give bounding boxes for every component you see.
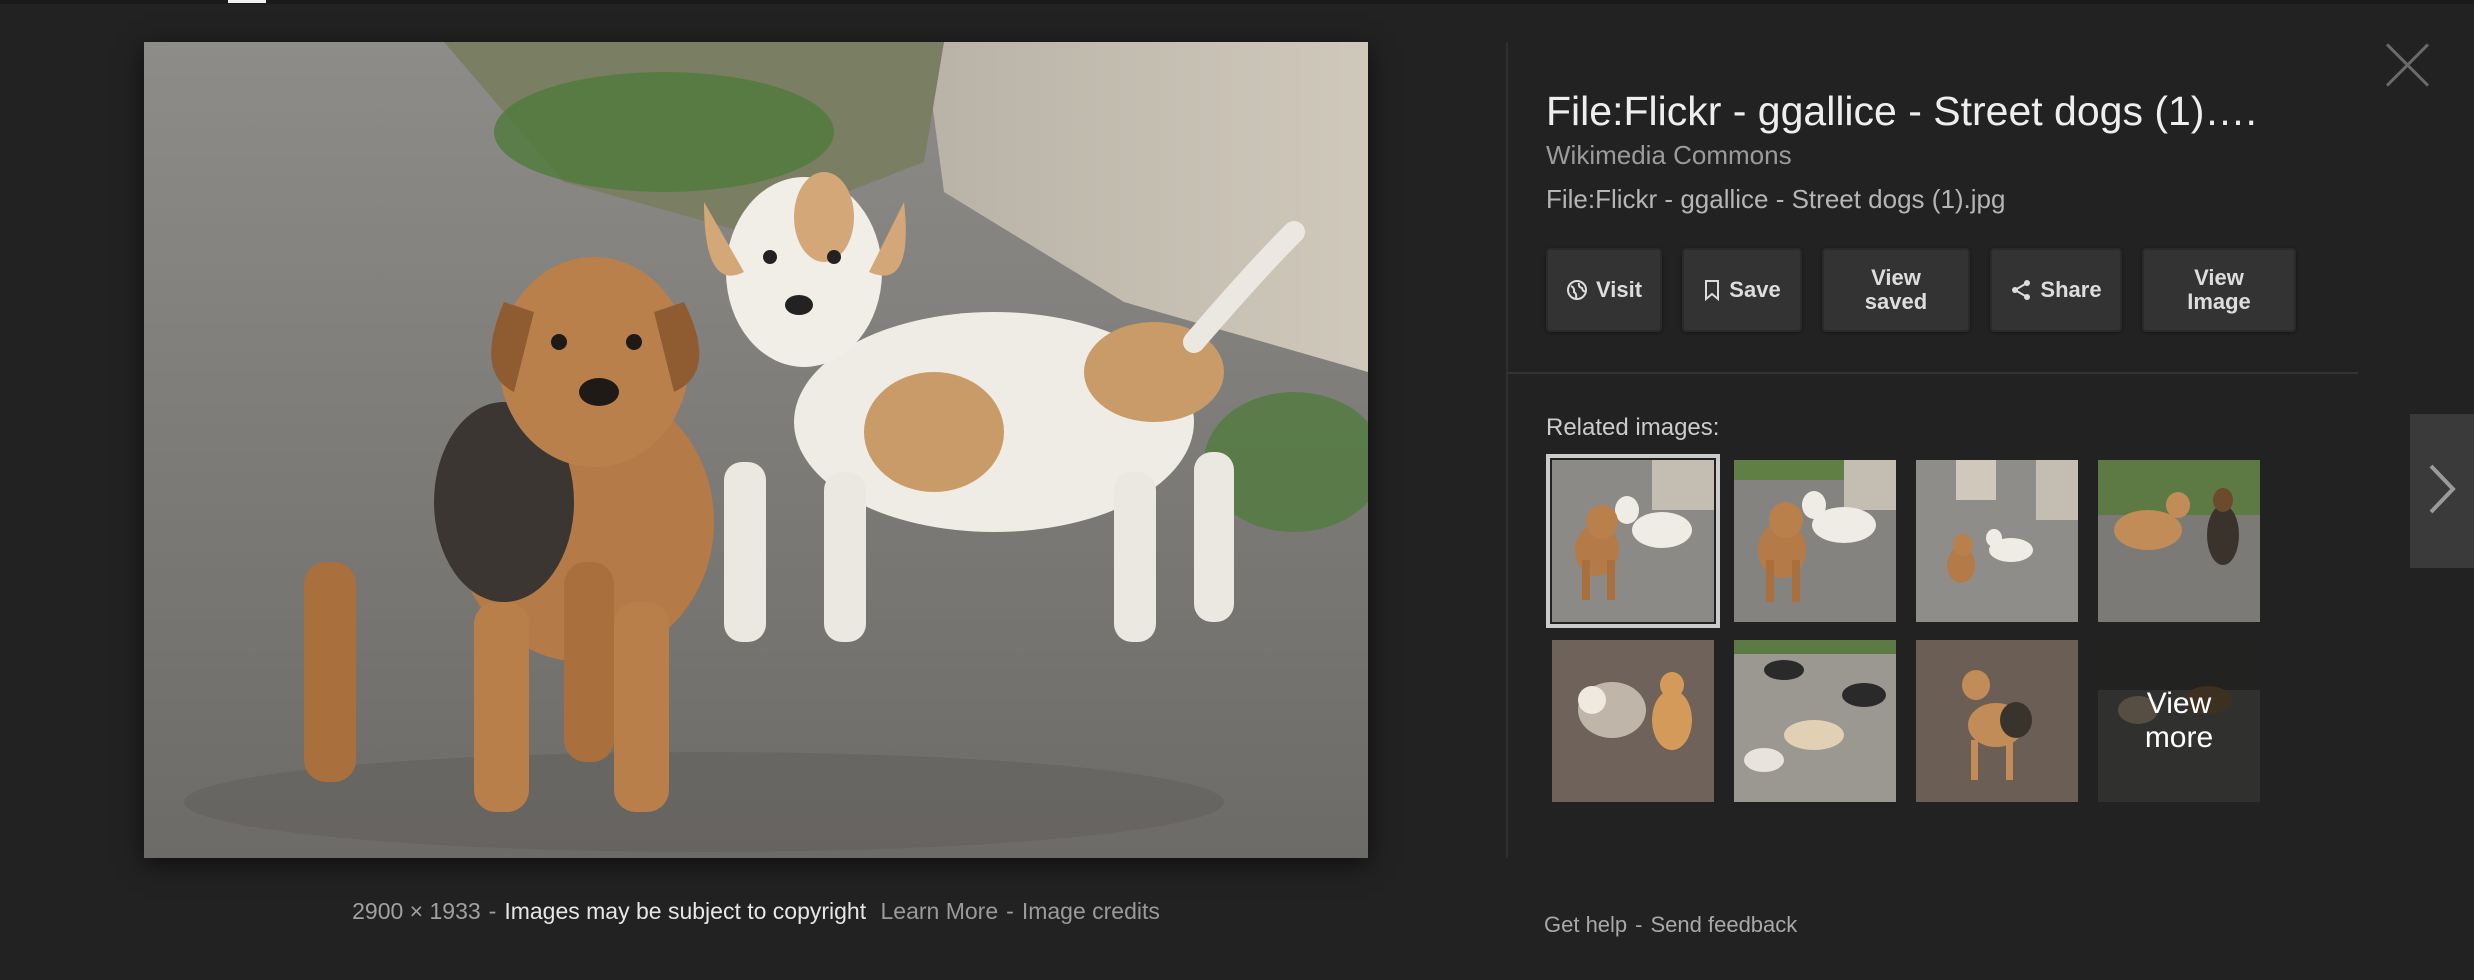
save-button[interactable]: Save <box>1682 248 1802 332</box>
related-thumbnail[interactable] <box>1546 454 1720 628</box>
related-photo <box>1734 460 1896 622</box>
related-thumbnail[interactable] <box>2098 460 2260 622</box>
street-dogs-photo <box>144 42 1368 858</box>
visit-button[interactable]: Visit <box>1546 248 1662 332</box>
image-source[interactable]: Wikimedia Commons <box>1546 140 1792 171</box>
save-label: Save <box>1729 277 1781 302</box>
caption-separator-2: - <box>1006 898 1014 924</box>
view-image-label-line1: View <box>2194 265 2244 290</box>
footer-separator: - <box>1635 912 1643 937</box>
view-saved-button[interactable]: View saved <box>1822 248 1970 332</box>
send-feedback-link[interactable]: Send feedback <box>1651 912 1798 937</box>
view-saved-label-line2: saved <box>1864 289 1928 314</box>
share-label: Share <box>2040 277 2102 302</box>
copyright-notice: Images may be subject to copyright <box>504 898 867 924</box>
image-dimensions: 2900 × 1933 <box>352 898 481 924</box>
view-more-line2: more <box>2144 721 2214 754</box>
get-help-link[interactable]: Get help <box>1544 912 1627 937</box>
caption-separator: - <box>488 898 497 924</box>
related-thumbnail[interactable] <box>1734 640 1896 802</box>
image-credits-link[interactable]: Image credits <box>1022 898 1160 924</box>
learn-more-link[interactable]: Learn More <box>881 898 999 924</box>
view-image-label-line2: Image <box>2187 289 2251 314</box>
visit-label: Visit <box>1595 277 1643 302</box>
main-preview-image[interactable] <box>144 42 1368 858</box>
footer-links: Get help - Send feedback <box>1544 912 1797 938</box>
view-more-tile[interactable]: View more <box>2098 640 2260 802</box>
related-thumbnail[interactable] <box>1734 460 1896 622</box>
related-photo <box>1916 640 2078 802</box>
related-thumbnail[interactable] <box>1916 460 2078 622</box>
image-filename: File:Flickr - ggallice - Street dogs (1)… <box>1546 184 2006 214</box>
share-icon <box>2010 279 2032 301</box>
related-photo <box>1916 460 2078 622</box>
close-icon[interactable] <box>2384 42 2430 88</box>
related-photo <box>1734 640 1896 802</box>
related-images-label: Related images: <box>1546 414 1720 441</box>
image-caption: 2900 × 1933- Images may be subject to cop… <box>144 898 1368 925</box>
top-strip <box>0 0 2474 4</box>
related-thumbnail[interactable] <box>1916 640 2078 802</box>
share-button[interactable]: Share <box>1990 248 2122 332</box>
next-image-button[interactable] <box>2410 414 2474 568</box>
panel-divider-horizontal <box>1506 372 2358 374</box>
view-image-button[interactable]: View Image <box>2142 248 2296 332</box>
view-saved-label-line1: View <box>1871 265 1921 290</box>
related-photo <box>1552 640 1714 802</box>
view-more-overlay: View more <box>2098 640 2260 802</box>
view-more-line1: View <box>2146 687 2212 720</box>
active-tab-indicator <box>228 0 266 3</box>
chevron-right-icon <box>2427 462 2457 521</box>
related-photo <box>1552 460 1714 622</box>
related-photo <box>2098 460 2260 622</box>
globe-icon <box>1566 279 1588 301</box>
bookmark-icon <box>1703 279 1721 301</box>
image-title[interactable]: File:Flickr - ggallice - Street dogs (1)… <box>1546 88 2326 135</box>
related-thumbnail[interactable] <box>1552 640 1714 802</box>
panel-divider-vertical <box>1506 42 1508 858</box>
